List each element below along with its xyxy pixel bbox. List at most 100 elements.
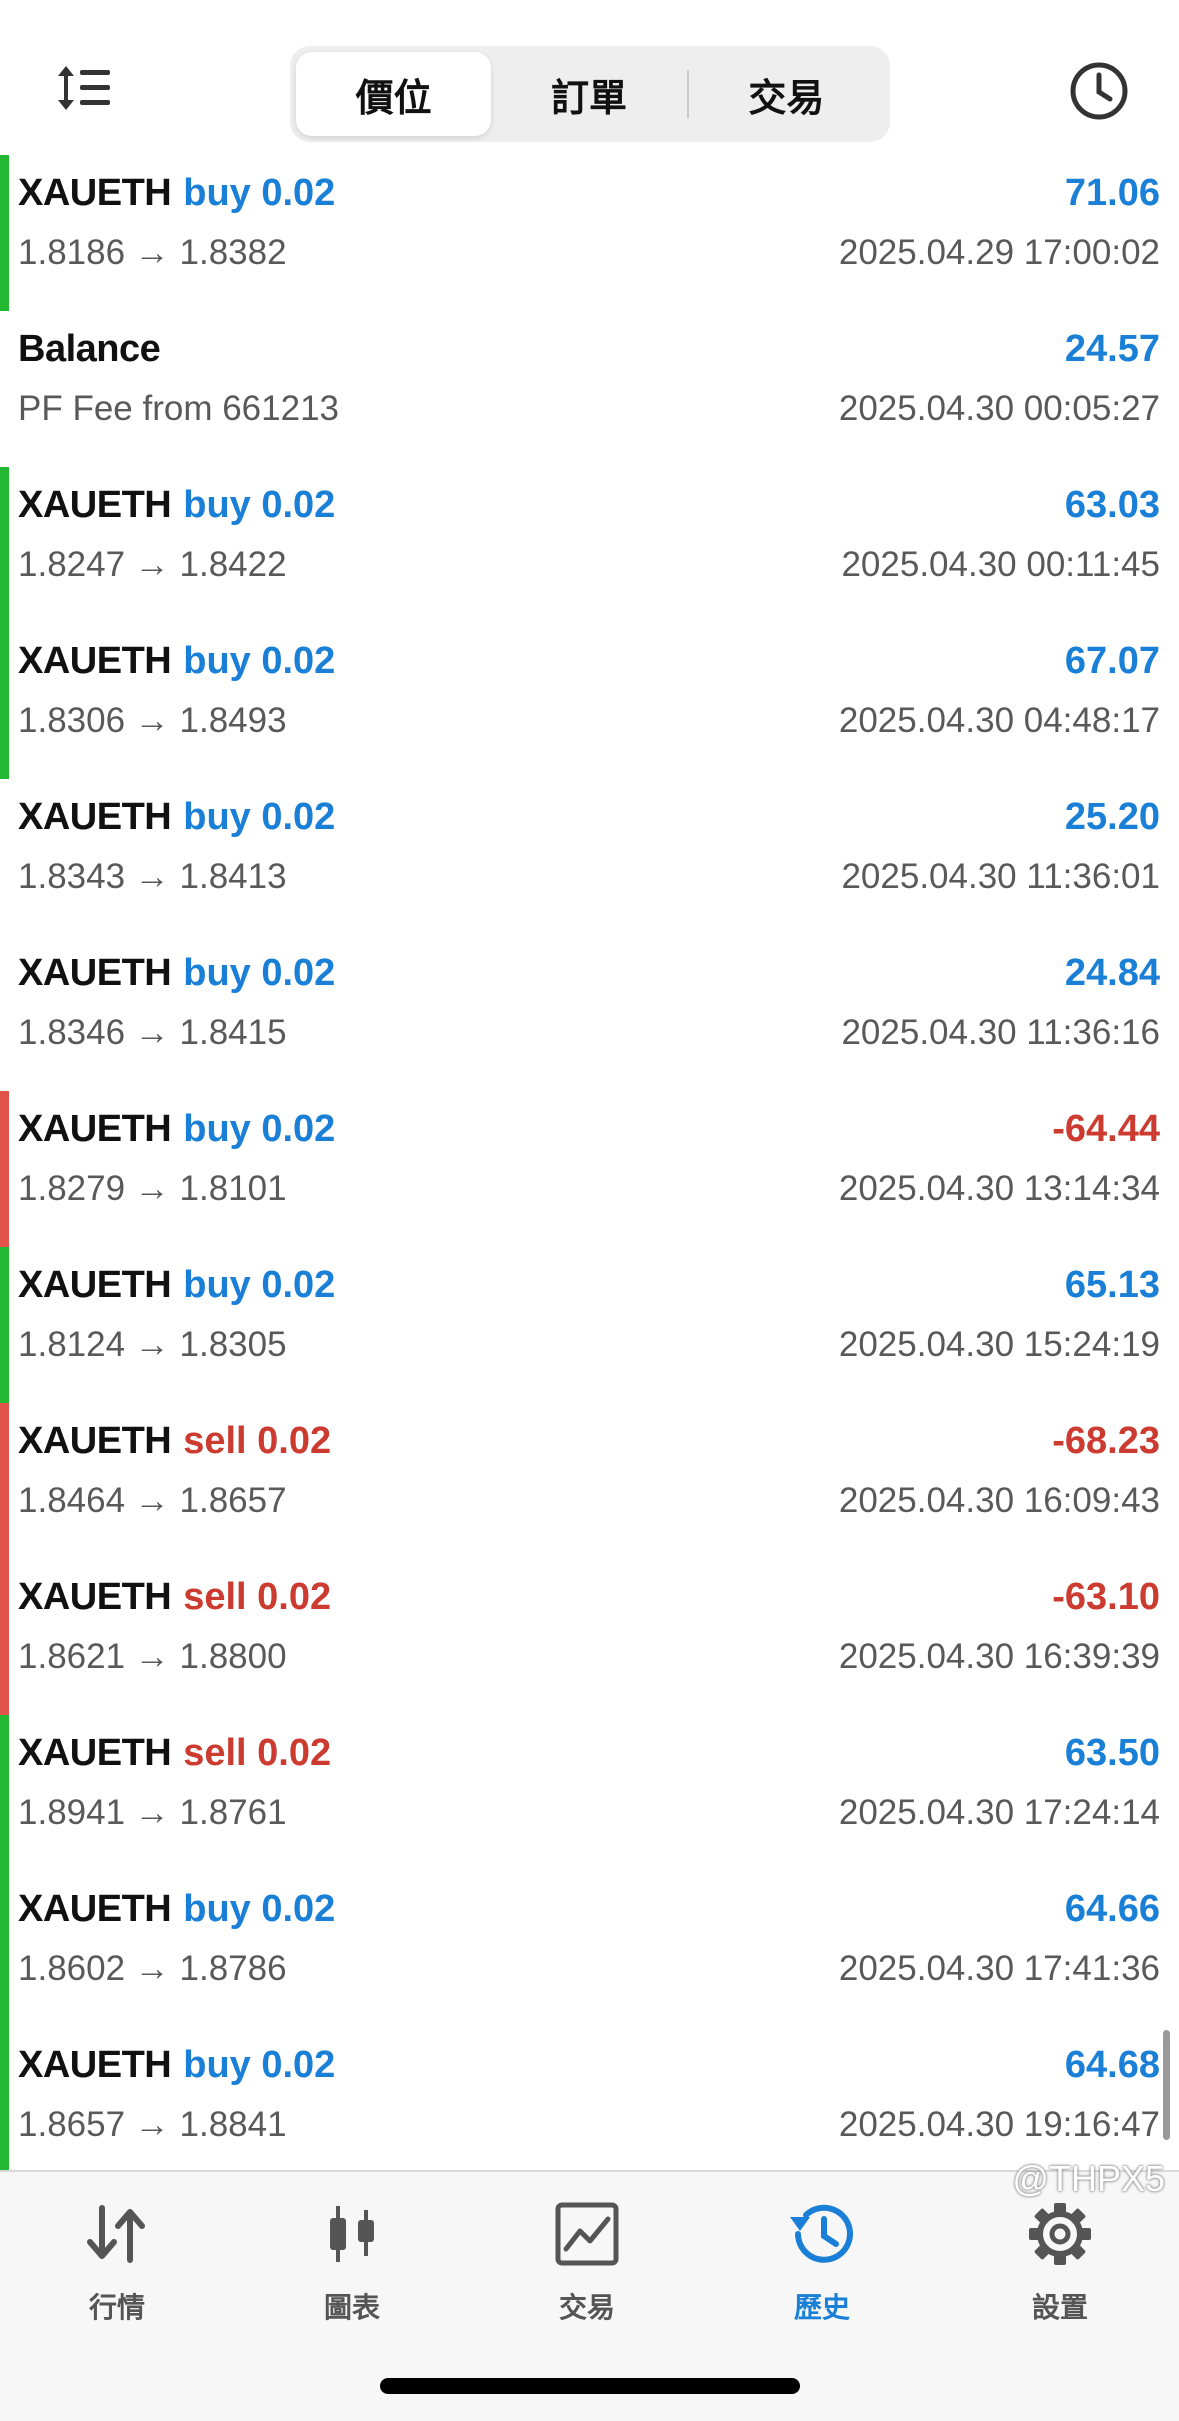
period-button[interactable] [1064,56,1134,126]
deal-side-volume: buy 0.02 [183,1107,336,1150]
deal-symbol: Balance [18,327,161,370]
deal-time: 2025.04.30 11:36:01 [841,857,1160,896]
sort-icon [58,66,110,110]
deal-profit: -68.23 [1052,1419,1160,1462]
deal-time: 2025.04.30 17:24:14 [838,1793,1160,1832]
app-screen: 價位 訂單 交易 XAUETH buy 0.02 71.06 1.8186 → 1.8… [0,0,1179,2421]
deal-profit: 24.84 [1064,951,1160,994]
deal-status-bar [0,1559,9,1715]
deal-row[interactable]: XAUETH buy 0.02 25.20 1.8343 → 1.8413 2025.0… [0,779,1179,935]
top-bar: 價位 訂單 交易 [0,0,1179,155]
deal-title: XAUETH buy 0.02 [18,475,335,535]
deal-profit: 67.07 [1064,639,1160,682]
tab-label: 設置 [1031,2292,1088,2323]
tab-label: 行情 [88,2292,145,2323]
deal-symbol: XAUETH [18,483,172,526]
deal-title: XAUETH buy 0.02 [18,1255,335,1315]
deal-status-bar [0,1247,9,1403]
candlestick-icon [330,2206,374,2262]
tab-trade[interactable]: 交易 [512,2194,662,2344]
deal-prices: 1.8941 → 1.8761 [18,1793,287,1832]
tab-label: 交易 [558,2292,615,2323]
deal-prices: 1.8621 → 1.8800 [18,1637,287,1676]
deal-prices: 1.8306 → 1.8493 [18,701,287,740]
list-scrollbar[interactable] [1163,2030,1170,2140]
deal-profit: 64.68 [1064,2043,1160,2086]
deal-time: 2025.04.30 15:24:19 [838,1325,1160,1364]
tab-charts[interactable]: 圖表 [277,2194,427,2344]
deal-prices: PF Fee from 661213 [18,389,339,428]
home-indicator[interactable] [380,2378,800,2394]
deal-title: XAUETH buy 0.02 [18,1099,335,1159]
segment-price[interactable]: 價位 [296,52,492,136]
deal-prices: 1.8346 → 1.8415 [18,1013,287,1052]
deal-symbol: XAUETH [18,1575,172,1618]
deal-time: 2025.04.30 13:14:34 [838,1169,1160,1208]
deal-status-bar [0,2027,9,2170]
deal-row[interactable]: XAUETH buy 0.02 64.68 1.8657 → 1.8841 2025.0… [0,2027,1179,2170]
view-segmented-control: 價位 訂單 交易 [290,46,890,142]
segment-deals[interactable]: 交易 [689,52,884,136]
deal-profit: 24.57 [1064,327,1160,370]
deal-symbol: XAUETH [18,1731,172,1774]
deal-profit: 71.06 [1064,171,1160,214]
deal-row[interactable]: XAUETH sell 0.02 -63.10 1.8621 → 1.8800 2025… [0,1559,1179,1715]
deal-time: 2025.04.30 16:09:43 [838,1481,1160,1520]
deal-row[interactable]: XAUETH sell 0.02 63.50 1.8941 → 1.8761 2025.… [0,1715,1179,1871]
deal-row[interactable]: XAUETH buy 0.02 67.07 1.8306 → 1.8493 2025.0… [0,623,1179,779]
history-list[interactable]: XAUETH buy 0.02 71.06 1.8186 → 1.8382 2025.0… [0,155,1179,2170]
deal-symbol: XAUETH [18,951,172,994]
deal-title: XAUETH buy 0.02 [18,943,335,1003]
deal-time: 2025.04.30 16:39:39 [838,1637,1160,1676]
segment-orders[interactable]: 訂單 [491,52,686,136]
deal-row[interactable]: XAUETH buy 0.02 71.06 1.8186 → 1.8382 2025.0… [0,155,1179,311]
deal-row[interactable]: XAUETH buy 0.02 24.84 1.8346 → 1.8415 2025.0… [0,935,1179,1091]
deal-time: 2025.04.30 00:11:45 [841,545,1160,584]
deal-prices: 1.8247 → 1.8422 [18,545,287,584]
deal-title: XAUETH buy 0.02 [18,1879,335,1939]
deal-side-volume: buy 0.02 [183,1263,336,1306]
deal-row[interactable]: XAUETH buy 0.02 65.13 1.8124 → 1.8305 2025.0… [0,1247,1179,1403]
deal-side-volume: sell 0.02 [183,1731,332,1774]
deal-status-bar [0,1715,9,1871]
deal-title: Balance [18,319,161,379]
tab-settings[interactable]: 設置 [985,2194,1135,2344]
deal-symbol: XAUETH [18,2043,172,2086]
deal-row[interactable]: XAUETH buy 0.02 63.03 1.8247 → 1.8422 2025.0… [0,467,1179,623]
deal-row[interactable]: XAUETH sell 0.02 -68.23 1.8464 → 1.8657 2025… [0,1403,1179,1559]
deal-row[interactable]: Balance 24.57 PF Fee from 661213 2025.04.30… [0,311,1179,467]
deal-status-bar [0,623,9,779]
tab-label: 圖表 [323,2292,380,2323]
history-clock-icon [790,2204,853,2263]
deal-time: 2025.04.29 17:00:02 [838,233,1160,272]
deal-status-bar [0,1091,9,1247]
deal-symbol: XAUETH [18,1419,172,1462]
deal-status-bar [0,1403,9,1559]
deal-title: XAUETH sell 0.02 [18,1411,331,1471]
tab-label: 歷史 [793,2292,850,2323]
deal-prices: 1.8186 → 1.8382 [18,233,287,272]
deal-profit: -63.10 [1052,1575,1160,1618]
deal-side-volume: buy 0.02 [183,483,336,526]
deal-status-bar [0,155,9,311]
deal-side-volume: sell 0.02 [183,1419,332,1462]
deal-side-volume: buy 0.02 [183,1887,336,1930]
tab-history[interactable]: 歷史 [747,2194,897,2344]
sort-button[interactable] [48,52,120,124]
deal-side-volume: buy 0.02 [183,639,336,682]
deal-symbol: XAUETH [18,795,172,838]
deal-status-bar [0,935,9,1091]
deal-prices: 1.8124 → 1.8305 [18,1325,287,1364]
deal-time: 2025.04.30 04:48:17 [838,701,1160,740]
tab-quotes[interactable]: 行情 [42,2194,192,2344]
deal-prices: 1.8657 → 1.8841 [18,2105,287,2144]
deal-time: 2025.04.30 00:05:27 [838,389,1160,428]
deal-row[interactable]: XAUETH buy 0.02 -64.44 1.8279 → 1.8101 2025.… [0,1091,1179,1247]
deal-profit: 64.66 [1064,1887,1160,1930]
deal-time: 2025.04.30 17:41:36 [838,1949,1160,1988]
deal-profit: 63.50 [1064,1731,1160,1774]
deal-prices: 1.8602 → 1.8786 [18,1949,287,1988]
deal-side-volume: sell 0.02 [183,1575,332,1618]
deal-row[interactable]: XAUETH buy 0.02 64.66 1.8602 → 1.8786 2025.0… [0,1871,1179,2027]
deal-title: XAUETH sell 0.02 [18,1567,331,1627]
